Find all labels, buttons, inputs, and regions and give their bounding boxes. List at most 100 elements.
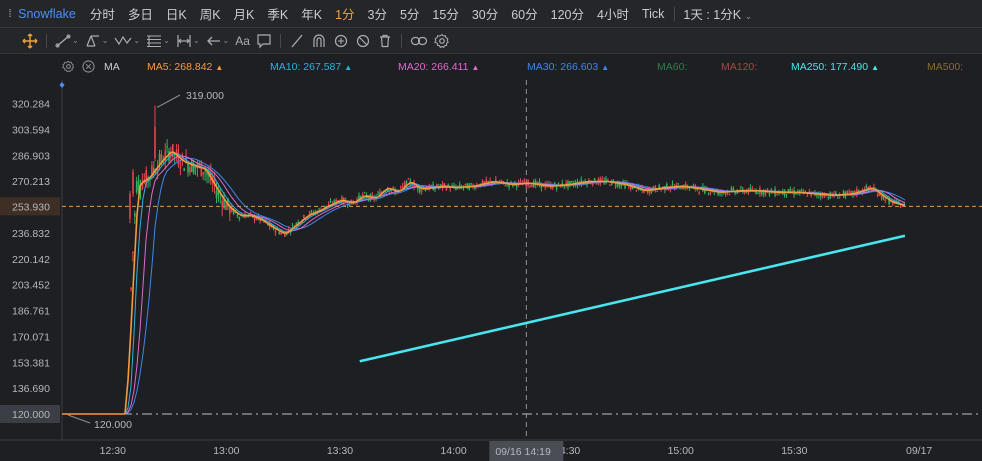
- period-tab[interactable]: 季K: [267, 4, 288, 23]
- period-tab[interactable]: 4小时: [597, 4, 629, 23]
- ma-name: MA500: [927, 61, 961, 73]
- y-tick-label: 136.690: [12, 383, 50, 395]
- candle: [671, 183, 674, 186]
- y-tick-label: 320.284: [12, 99, 50, 111]
- candle: [531, 184, 533, 188]
- trash-icon[interactable]: [377, 31, 393, 51]
- period-tab[interactable]: 多日: [128, 4, 153, 23]
- candle: [187, 163, 189, 173]
- x-tick-label: 13:30: [327, 445, 353, 457]
- up-arrow-icon: ▲: [871, 63, 879, 72]
- candle: [751, 188, 754, 190]
- pitchfork-icon[interactable]: ⌄: [85, 31, 108, 51]
- candle: [403, 183, 406, 187]
- candle: [865, 186, 868, 189]
- candle: [837, 197, 839, 199]
- drag-handle-icon[interactable]: ⁞⁞: [8, 8, 12, 20]
- candle: [274, 230, 277, 233]
- candle: [724, 192, 727, 195]
- candle: [827, 197, 830, 199]
- candle: [377, 193, 379, 195]
- period-tab[interactable]: 15分: [432, 4, 458, 23]
- period-tab[interactable]: 3分: [368, 4, 387, 23]
- candle: [215, 191, 218, 199]
- up-arrow-icon: ▲: [215, 63, 224, 72]
- period-range-select[interactable]: 1天 : 1分K ⌄: [683, 4, 752, 23]
- candle: [679, 188, 681, 190]
- settings-icon[interactable]: [433, 31, 450, 51]
- y-tick-label: 220.142: [12, 254, 50, 266]
- x-tick-label: 12:30: [100, 445, 126, 457]
- y-tick-label: 203.452: [12, 280, 50, 292]
- ticker-name[interactable]: Snowflake: [18, 7, 76, 21]
- candle: [439, 184, 442, 186]
- note-icon[interactable]: [256, 31, 272, 51]
- current-price-label: 253.930: [12, 201, 50, 213]
- x-tick-label: 14:00: [440, 445, 466, 457]
- period-tab[interactable]: Tick: [642, 7, 664, 21]
- candle: [500, 179, 503, 182]
- candle: [899, 206, 902, 209]
- ma-name: MA20: [398, 61, 426, 73]
- sync-icon[interactable]: [333, 31, 349, 51]
- measure-icon[interactable]: ⌄: [176, 31, 200, 51]
- candle: [876, 193, 879, 197]
- period-tab[interactable]: 5分: [400, 4, 419, 23]
- ma-item-ma250: MA250: 177.490 ▲: [791, 61, 879, 73]
- candle: [757, 193, 759, 195]
- candle: [609, 184, 611, 186]
- period-tab[interactable]: 月K: [234, 4, 255, 23]
- trend-line-icon[interactable]: ⌄: [55, 31, 79, 51]
- candle: [183, 168, 185, 171]
- candle: [400, 186, 402, 188]
- candle: [677, 183, 679, 185]
- candle: [707, 193, 710, 195]
- candle: [284, 233, 286, 237]
- candle: [255, 219, 258, 221]
- candle: [449, 188, 451, 190]
- candle: [519, 180, 522, 182]
- ruler-icon[interactable]: [289, 31, 305, 51]
- y-tick-label: 270.213: [12, 176, 50, 188]
- candle: [206, 172, 208, 175]
- fibonacci-icon[interactable]: ⌄: [146, 31, 170, 51]
- candle: [464, 183, 467, 186]
- period-tab[interactable]: 周K: [200, 4, 221, 23]
- candle: [732, 187, 735, 191]
- ma-legend: MA MA5: 268.842 ▲ MA10: 267.587 ▲ MA20: 266.…: [0, 55, 982, 79]
- period-tab[interactable]: 年K: [301, 4, 322, 23]
- candle: [204, 171, 206, 173]
- divider: [279, 33, 281, 48]
- candle: [709, 192, 712, 194]
- arrow-icon[interactable]: ⌄: [206, 31, 229, 51]
- crosshair-move-icon[interactable]: [22, 31, 38, 51]
- x-tick-label: 13:00: [213, 445, 239, 457]
- period-tab[interactable]: 60分: [511, 4, 537, 23]
- text-icon[interactable]: Aa: [235, 31, 250, 51]
- period-tab[interactable]: 120分: [551, 4, 584, 23]
- close-icon[interactable]: [82, 60, 95, 76]
- candle: [487, 181, 489, 183]
- period-bar: ⁞⁞ Snowflake 分时 多日 日K 周K 月K 季K 年K 1分 3分 5分 15分 30分 60…: [0, 0, 982, 28]
- hide-icon[interactable]: [355, 31, 371, 51]
- y-tick-label: 170.071: [12, 331, 50, 343]
- candle: [132, 251, 134, 254]
- period-tab[interactable]: 分时: [90, 4, 115, 23]
- period-range-label: 1天 : 1分K: [683, 8, 742, 22]
- candle: [846, 191, 849, 194]
- wave-icon[interactable]: ⌄: [114, 31, 140, 51]
- ma-value: 177.490: [827, 61, 869, 73]
- link-icon[interactable]: [410, 31, 428, 51]
- crosshair-time-label: 09/16 14:19: [495, 446, 551, 458]
- magnet-icon[interactable]: [311, 31, 327, 51]
- settings-icon[interactable]: [62, 60, 75, 76]
- period-tab[interactable]: 30分: [472, 4, 498, 23]
- candlestick-chart[interactable]: 320.284 303.594 286.903 270.213 236.832 220.1…: [0, 80, 982, 461]
- candle: [238, 216, 241, 219]
- candle: [194, 167, 197, 169]
- candle: [303, 214, 305, 218]
- period-tab[interactable]: 日K: [166, 4, 187, 23]
- period-tab[interactable]: 1分: [335, 4, 354, 23]
- candle: [407, 178, 410, 180]
- candle: [730, 188, 733, 190]
